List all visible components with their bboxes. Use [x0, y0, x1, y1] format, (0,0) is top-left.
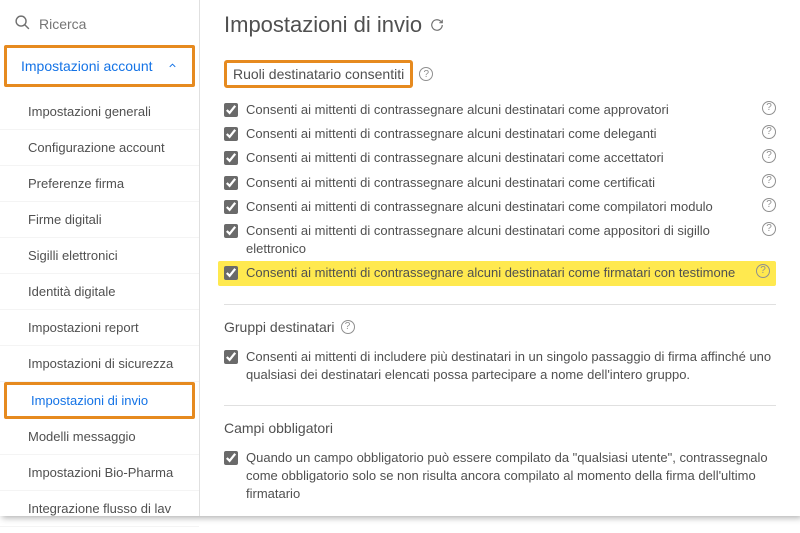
sidebar-item-signature-pref[interactable]: Preferenze firma — [0, 166, 199, 202]
checkbox-required[interactable] — [224, 451, 238, 465]
checkbox-approvers[interactable] — [224, 103, 238, 117]
sidebar-item-send-settings[interactable]: Impostazioni di invio — [4, 382, 195, 419]
checkbox-label: Consenti ai mittenti di contrassegnare a… — [246, 125, 754, 143]
page-title-text: Impostazioni di invio — [224, 12, 422, 38]
sidebar-item-electronic-seals[interactable]: Sigilli elettronici — [0, 238, 199, 274]
search-input[interactable] — [39, 16, 185, 32]
main-content: Impostazioni di invio Ruoli destinatario… — [200, 0, 800, 516]
page-title: Impostazioni di invio — [224, 12, 776, 38]
checkbox-delegators[interactable] — [224, 127, 238, 141]
checkbox-seal[interactable] — [224, 224, 238, 238]
sidebar-item-digital-signatures[interactable]: Firme digitali — [0, 202, 199, 238]
help-icon[interactable]: ? — [756, 264, 770, 278]
help-icon[interactable]: ? — [762, 174, 776, 188]
section-groups-title: Gruppi destinatari — [224, 319, 335, 335]
sidebar-nav: Impostazioni generali Configurazione acc… — [0, 88, 199, 533]
checkbox-acceptors[interactable] — [224, 151, 238, 165]
checkbox-row-acceptors: Consenti ai mittenti di contrassegnare a… — [224, 146, 776, 170]
checkbox-row-groups: Consenti ai mittenti di includere più de… — [224, 345, 776, 387]
divider — [224, 405, 776, 406]
checkbox-form-fillers[interactable] — [224, 200, 238, 214]
checkbox-label: Consenti ai mittenti di contrassegnare a… — [246, 174, 754, 192]
checkbox-row-approvers: Consenti ai mittenti di contrassegnare a… — [224, 98, 776, 122]
checkbox-witness[interactable] — [224, 266, 238, 280]
sidebar-section-account[interactable]: Impostazioni account — [4, 45, 195, 87]
sidebar-item-security[interactable]: Impostazioni di sicurezza — [0, 346, 199, 382]
checkbox-row-seal: Consenti ai mittenti di contrassegnare a… — [224, 219, 776, 261]
refresh-icon[interactable] — [430, 12, 444, 38]
sidebar: Impostazioni account Impostazioni genera… — [0, 0, 200, 516]
checkbox-row-witness: Consenti ai mittenti di contrassegnare a… — [218, 261, 776, 285]
checkbox-row-required: Quando un campo obbligatorio può essere … — [224, 446, 776, 507]
checkbox-label: Consenti ai mittenti di contrassegnare a… — [246, 222, 754, 258]
sidebar-item-general[interactable]: Impostazioni generali — [0, 94, 199, 130]
checkbox-row-delegators: Consenti ai mittenti di contrassegnare a… — [224, 122, 776, 146]
checkbox-label: Consenti ai mittenti di includere più de… — [246, 348, 776, 384]
checkbox-label: Consenti ai mittenti di contrassegnare a… — [246, 198, 754, 216]
checkbox-certified[interactable] — [224, 176, 238, 190]
section-required-header: Campi obbligatori — [224, 420, 776, 436]
checkbox-label: Consenti ai mittenti di contrassegnare a… — [246, 149, 754, 167]
checkbox-groups[interactable] — [224, 350, 238, 364]
help-icon[interactable]: ? — [762, 198, 776, 212]
section-roles-header: Ruoli destinatario consentiti ? — [224, 60, 776, 88]
required-checkbox-list: Quando un campo obbligatorio può essere … — [224, 446, 776, 507]
search-box — [0, 8, 199, 44]
groups-checkbox-list: Consenti ai mittenti di includere più de… — [224, 345, 776, 387]
sidebar-item-digital-identity[interactable]: Identità digitale — [0, 274, 199, 310]
section-groups-header: Gruppi destinatari ? — [224, 319, 776, 335]
checkbox-row-certified: Consenti ai mittenti di contrassegnare a… — [224, 171, 776, 195]
sidebar-item-account-config[interactable]: Configurazione account — [0, 130, 199, 166]
sidebar-item-workflow-integration[interactable]: Integrazione flusso di lav — [0, 491, 199, 527]
search-icon — [14, 14, 31, 34]
section-roles-title: Ruoli destinatario consentiti — [224, 60, 413, 88]
roles-checkbox-list: Consenti ai mittenti di contrassegnare a… — [224, 98, 776, 286]
help-icon[interactable]: ? — [762, 149, 776, 163]
checkbox-label: Consenti ai mittenti di contrassegnare a… — [246, 264, 748, 282]
sidebar-item-message-templates[interactable]: Modelli messaggio — [0, 419, 199, 455]
help-icon[interactable]: ? — [762, 125, 776, 139]
checkbox-row-form-fillers: Consenti ai mittenti di contrassegnare a… — [224, 195, 776, 219]
help-icon[interactable]: ? — [419, 67, 433, 81]
help-icon[interactable]: ? — [341, 320, 355, 334]
checkbox-label: Quando un campo obbligatorio può essere … — [246, 449, 776, 504]
help-icon[interactable]: ? — [762, 222, 776, 236]
section-required-title: Campi obbligatori — [224, 420, 333, 436]
sidebar-item-report-settings[interactable]: Impostazioni report — [0, 310, 199, 346]
help-icon[interactable]: ? — [762, 101, 776, 115]
chevron-up-icon — [167, 58, 178, 74]
divider — [224, 304, 776, 305]
sidebar-item-bio-pharma[interactable]: Impostazioni Bio-Pharma — [0, 455, 199, 491]
sidebar-section-label: Impostazioni account — [21, 58, 153, 74]
checkbox-label: Consenti ai mittenti di contrassegnare a… — [246, 101, 754, 119]
